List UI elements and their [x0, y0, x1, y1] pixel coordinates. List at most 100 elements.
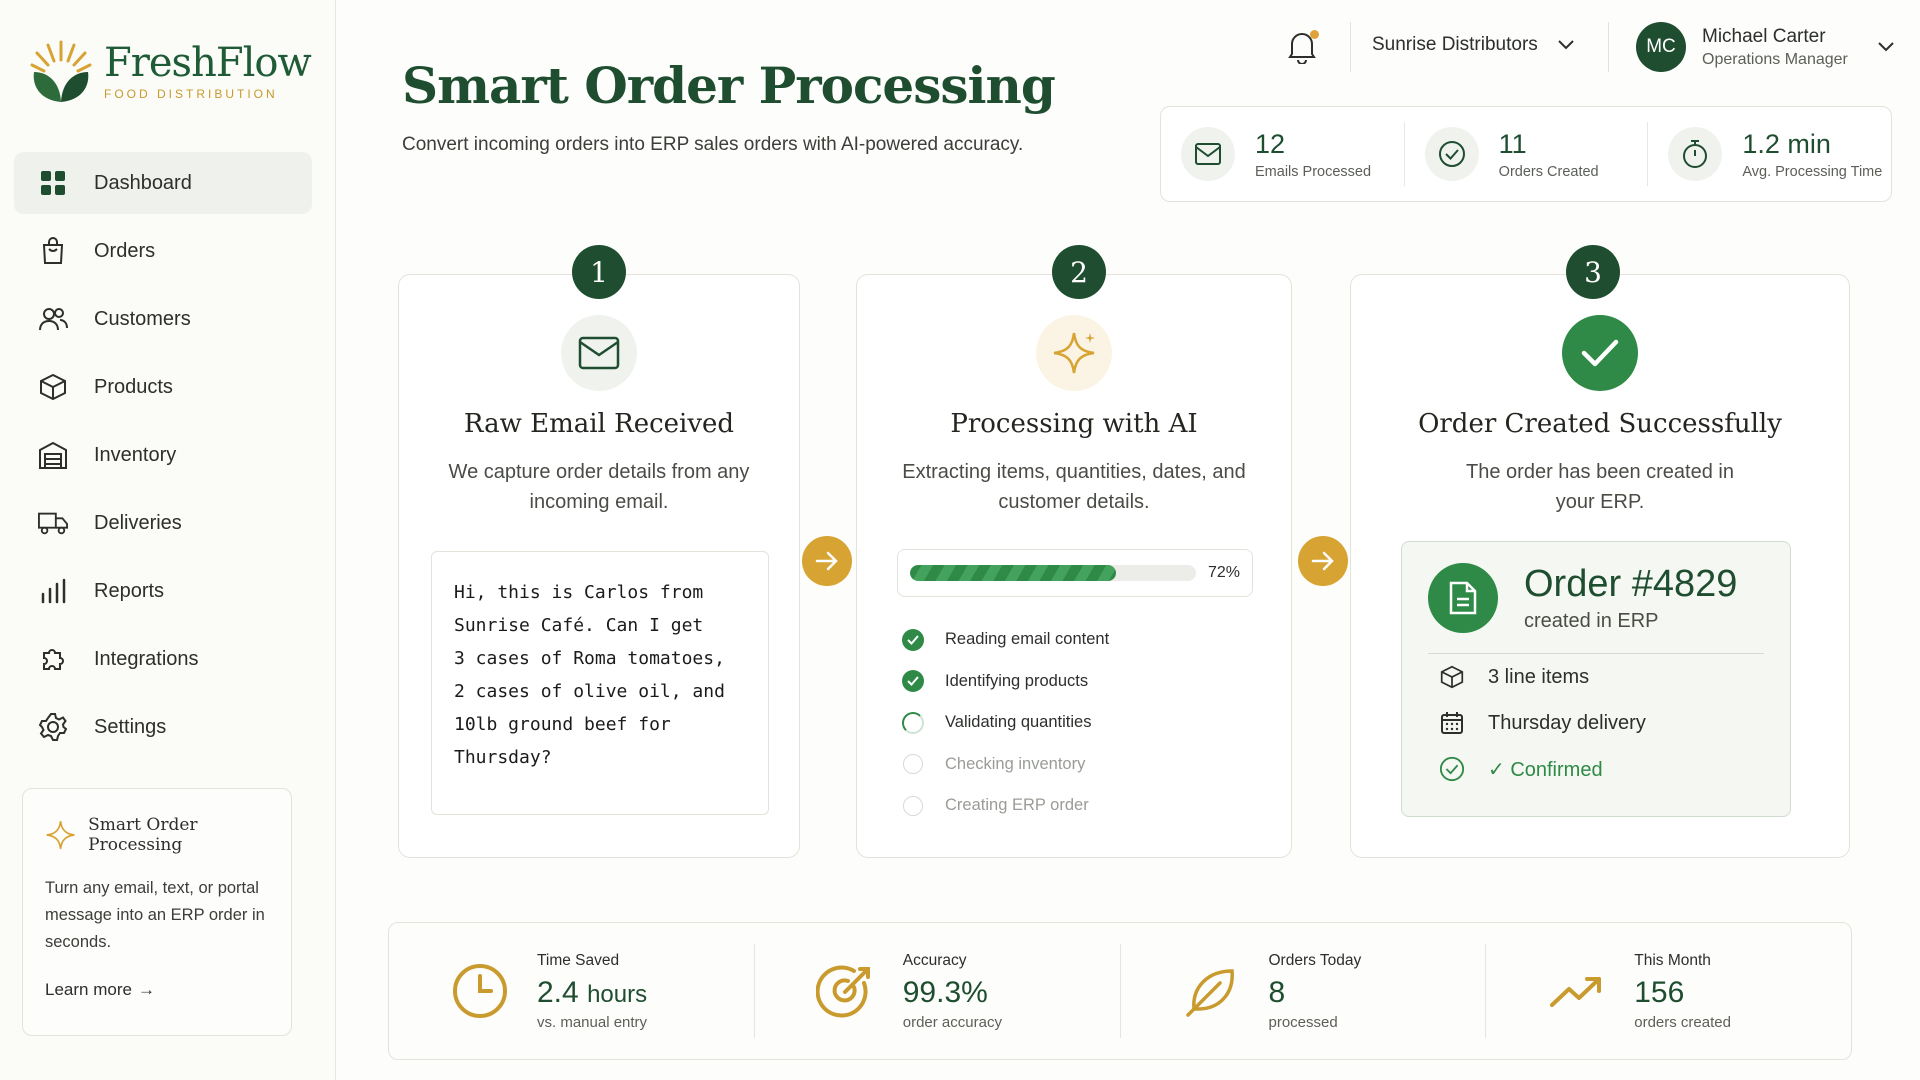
task-item: Reading email content — [901, 619, 1109, 661]
delivery-text: Thursday delivery — [1488, 711, 1646, 734]
metric-label: Time Saved — [537, 951, 620, 969]
company-name: Sunrise Distributors — [1372, 34, 1538, 55]
sidebar-item-label: Settings — [94, 715, 167, 738]
puzzle-icon — [38, 644, 68, 674]
sidebar-item-label: Products — [94, 375, 173, 398]
check-circle-icon — [1424, 127, 1479, 181]
user-name: Michael Carter — [1702, 25, 1826, 47]
task-label: Creating ERP order — [945, 796, 1089, 815]
brand-tagline: FOOD DISTRIBUTION — [104, 87, 278, 101]
stopwatch-icon — [1668, 127, 1723, 181]
task-label: Validating quantities — [945, 713, 1092, 732]
app: FreshFlow FOOD DISTRIBUTION Dashboard Or… — [0, 0, 1920, 1080]
logo-leaf-icon — [30, 40, 92, 102]
mail-icon — [1181, 127, 1235, 181]
sidebar-item-label: Reports — [94, 579, 165, 602]
sidebar-item-reports[interactable]: Reports — [14, 560, 312, 622]
sparkle-icon — [1036, 315, 1112, 391]
metric-accuracy: Accuracy 99.3% order accuracy — [755, 944, 1121, 1038]
bar-chart-icon — [38, 576, 68, 606]
order-delivery: Thursday delivery — [1428, 700, 1764, 746]
sidebar-item-label: Deliveries — [94, 511, 182, 534]
stat-label: Orders Created — [1498, 163, 1599, 180]
progress-track — [910, 565, 1196, 581]
metric-value: 156 — [1634, 975, 1685, 1009]
metric-value: 2.4 hours — [537, 975, 648, 1009]
metric-note: vs. manual entry — [537, 1013, 648, 1031]
sidebar-item-dashboard[interactable]: Dashboard — [14, 152, 312, 214]
metric-note: orders created — [1634, 1013, 1731, 1031]
trending-up-icon — [1546, 960, 1608, 1022]
sidebar-item-deliveries[interactable]: Deliveries — [14, 492, 312, 554]
check-circle-icon — [902, 628, 924, 651]
bag-icon — [38, 236, 68, 266]
arrow-right-icon — [1311, 551, 1334, 571]
stats-panel: 12 Emails Processed 11 Orders Created 1.… — [1160, 106, 1892, 202]
learn-more-link[interactable]: Learn more → — [45, 980, 269, 1000]
logo[interactable]: FreshFlow FOOD DISTRIBUTION — [30, 38, 312, 104]
sidebar-item-label: Inventory — [94, 443, 177, 466]
metric-label: This Month — [1634, 951, 1711, 969]
metric-value: 99.3% — [902, 975, 988, 1009]
document-icon — [1428, 562, 1498, 633]
order-summary: Order #4829 created in ERP 3 line items … — [1401, 541, 1791, 817]
clock-icon — [449, 960, 511, 1022]
next-step-arrow-button[interactable] — [1298, 536, 1348, 586]
dashboard-icon — [38, 168, 68, 198]
task-label: Reading email content — [945, 630, 1110, 649]
step-number-badge: 3 — [1566, 245, 1620, 299]
chevron-down-icon — [1558, 40, 1574, 50]
check-circle-icon — [902, 670, 924, 693]
metric-this-month: This Month 156 orders created — [1486, 944, 1851, 1038]
sidebar-item-label: Orders — [94, 239, 156, 262]
task-item: Validating quantities — [901, 702, 1109, 744]
stat-value: 12 — [1255, 128, 1286, 159]
step-card-email: Raw Email Received We capture order deta… — [398, 274, 800, 858]
sidebar-item-orders[interactable]: Orders — [14, 220, 312, 282]
task-item: Creating ERP order — [901, 785, 1109, 827]
sidebar-item-label: Customers — [94, 307, 191, 330]
sidebar-item-settings[interactable]: Settings — [14, 696, 312, 758]
sidebar-item-customers[interactable]: Customers — [14, 288, 312, 350]
order-subtitle: created in ERP — [1524, 609, 1659, 632]
arrow-right-icon — [815, 551, 838, 571]
step-title: Processing with AI — [950, 409, 1198, 439]
email-preview: Hi, this is Carlos from Sunrise Café. Ca… — [431, 551, 769, 815]
spinner-icon — [902, 711, 924, 734]
step-description: We capture order details from any incomi… — [448, 461, 750, 513]
company-selector[interactable]: Sunrise Distributors — [1372, 34, 1574, 56]
sidebar-item-integrations[interactable]: Integrations — [14, 628, 312, 690]
learn-more-label: Learn more — [45, 980, 132, 999]
task-label: Checking inventory — [945, 754, 1086, 773]
notifications-button[interactable] — [1286, 30, 1322, 66]
progress-fill — [910, 565, 1116, 581]
header-divider — [1608, 22, 1609, 72]
truck-icon — [38, 508, 68, 538]
sidebar: FreshFlow FOOD DISTRIBUTION Dashboard Or… — [0, 0, 336, 1080]
task-label: Identifying products — [945, 671, 1089, 690]
status-text: ✓ Confirmed — [1488, 758, 1603, 781]
step-title: Raw Email Received — [463, 409, 735, 439]
metric-label: Orders Today — [1268, 951, 1362, 969]
avatar: MC — [1636, 22, 1686, 72]
warehouse-icon — [38, 440, 68, 470]
next-step-arrow-button[interactable] — [802, 536, 852, 586]
sidebar-item-products[interactable]: Products — [14, 356, 312, 418]
notification-dot — [1310, 30, 1319, 39]
step-card-processing: Processing with AI Extracting items, qua… — [856, 274, 1292, 858]
arrow-right-icon: → — [137, 980, 155, 999]
sidebar-nav: Dashboard Orders Customers Products Inve… — [14, 152, 312, 764]
step-title: Order Created Successfully — [1418, 409, 1782, 439]
order-number: Order #4829 — [1524, 562, 1738, 605]
metrics-panel: Time Saved 2.4 hours vs. manual entry Ac… — [388, 922, 1852, 1060]
target-icon — [815, 960, 877, 1022]
sidebar-item-inventory[interactable]: Inventory — [14, 424, 312, 486]
pending-circle-icon — [903, 754, 923, 775]
promo-card: Smart Order Processing Turn any email, t… — [22, 788, 292, 1036]
calendar-icon — [1438, 709, 1466, 737]
task-item: Checking inventory — [901, 744, 1109, 786]
chevron-down-icon — [1878, 42, 1894, 52]
stat-label: Emails Processed — [1255, 163, 1372, 180]
sidebar-item-label: Dashboard — [94, 171, 192, 194]
user-menu[interactable]: MC Michael Carter Operations Manager — [1636, 22, 1894, 72]
